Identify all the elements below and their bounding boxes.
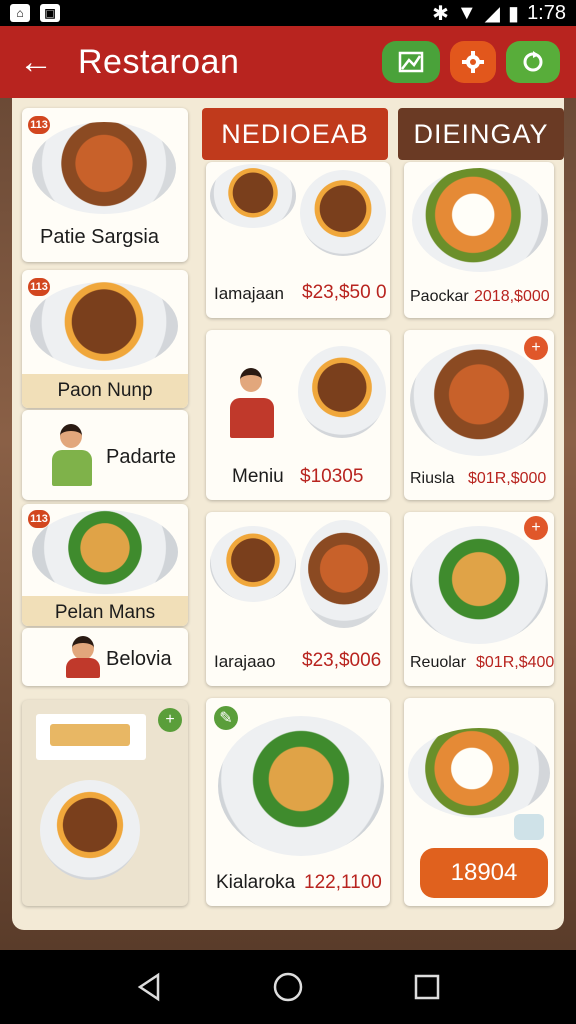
- item-name: Iamajaan: [214, 284, 284, 303]
- add-icon[interactable]: +: [524, 516, 548, 540]
- item-name: Paockar: [410, 288, 469, 305]
- menu-card-padarte[interactable]: Padarte: [22, 410, 188, 500]
- menu-card-pelan-mans[interactable]: 113 Pelan Mans: [22, 504, 188, 626]
- item-label: Patie Sargsia: [40, 226, 159, 248]
- grid-item-riusla[interactable]: + Riusla $01R,$000: [404, 330, 554, 500]
- item-price: $10305: [300, 466, 364, 487]
- menu-card-patie-sargsia[interactable]: 113 Patie Sargsia: [22, 108, 188, 262]
- item-badge: 113: [28, 278, 50, 296]
- food-plate-image: [210, 526, 296, 602]
- app-bar: ← Restaroan: [0, 26, 576, 98]
- refresh-icon: [523, 51, 543, 72]
- order-total-button[interactable]: 18904: [420, 848, 548, 898]
- tab-dieingay[interactable]: DIEINGAY: [398, 108, 564, 160]
- map-button[interactable]: [382, 41, 440, 83]
- circle-home-icon: [273, 972, 303, 1002]
- status-bar: ⌂ ▣ ✱ ▼ ◢ ▮ 1:78: [0, 0, 576, 26]
- square-recents-icon: [414, 974, 439, 1000]
- food-plate-image: [30, 282, 178, 370]
- add-icon[interactable]: +: [524, 336, 548, 360]
- food-plate-image: [298, 346, 386, 438]
- item-price: 2018,$000: [474, 288, 550, 305]
- item-badge: 113: [28, 116, 50, 134]
- item-price: $23,$50 0: [302, 282, 387, 303]
- item-price: 122,1100: [304, 872, 382, 893]
- item-price: $23,$006: [302, 650, 382, 671]
- menu-card-featured[interactable]: +: [22, 700, 188, 906]
- item-label: Pelan Mans: [22, 596, 188, 626]
- tab-nedioeab[interactable]: NEDIOEAB: [202, 108, 388, 160]
- nav-recents-button[interactable]: [407, 967, 447, 1007]
- food-plate-image: [300, 520, 388, 628]
- battery-icon: ▮: [508, 2, 520, 25]
- menu-card-belovia[interactable]: Belovia: [22, 628, 188, 686]
- gear-icon: [462, 51, 484, 73]
- wifi-icon: ▼: [456, 1, 477, 24]
- back-arrow-icon[interactable]: ←: [16, 42, 56, 82]
- food-plate-image: [218, 716, 384, 856]
- item-name: Riusla: [410, 470, 455, 487]
- triangle-back-icon: [138, 972, 160, 1002]
- food-plate-image: [32, 510, 178, 594]
- grid-item-iamajaan[interactable]: Iamajaan $23,$50 0: [206, 162, 390, 318]
- page-title: Restaroan: [78, 42, 240, 81]
- nav-back-button[interactable]: [129, 967, 169, 1007]
- cup-image: [514, 814, 544, 840]
- person-illustration: [42, 420, 102, 490]
- food-plate-image: [32, 122, 176, 214]
- food-plate-image: [410, 344, 548, 456]
- item-label: Belovia: [106, 648, 172, 670]
- signal-icon: ◢: [484, 2, 501, 25]
- person-illustration: [64, 634, 104, 682]
- grid-item-reuolar[interactable]: + Reuolar $01R,$400: [404, 512, 554, 686]
- food-plate-image: [210, 164, 296, 228]
- menu-card-paon-nunp[interactable]: 113 Paon Nunp: [22, 270, 188, 408]
- grid-item-kialaroka[interactable]: ✎ Kialaroka 122,1100: [206, 698, 390, 906]
- item-label: Padarte: [106, 446, 177, 468]
- map-icon: [398, 51, 424, 73]
- item-badge: 113: [28, 510, 50, 528]
- food-bowl-image: [40, 780, 140, 880]
- item-price: $01R,$000: [468, 470, 547, 487]
- app-notification-icon: ▣: [40, 4, 60, 22]
- item-name: Meniu: [232, 466, 284, 487]
- food-plate-image: [412, 168, 548, 272]
- system-nav-bar: [0, 950, 576, 1024]
- item-name: Iarajaao: [214, 652, 276, 671]
- food-plate-image: [410, 526, 548, 644]
- nav-home-button[interactable]: [268, 967, 308, 1007]
- edit-icon[interactable]: ✎: [214, 706, 238, 730]
- food-plate-image: [408, 728, 550, 818]
- grid-item-paockar[interactable]: Paockar 2018,$000: [404, 162, 554, 318]
- settings-button[interactable]: [450, 41, 496, 83]
- grid-item-iarajaao[interactable]: Iarajaao $23,$006: [206, 512, 390, 686]
- lock-notification-icon: ⌂: [10, 4, 30, 22]
- item-name: Reuolar: [410, 654, 467, 671]
- action-group: [382, 41, 560, 83]
- item-name: Kialaroka: [216, 872, 296, 893]
- grid-item-meniu[interactable]: Meniu $10305: [206, 330, 390, 500]
- food-plate-image: [300, 170, 386, 256]
- clock: 1:78: [527, 1, 566, 24]
- bluetooth-icon: ✱: [432, 2, 449, 25]
- refresh-button[interactable]: [506, 41, 560, 83]
- person-illustration: [216, 364, 286, 444]
- add-icon[interactable]: +: [158, 708, 182, 732]
- item-label: Paon Nunp: [22, 374, 188, 408]
- item-price: $01R,$400: [476, 654, 554, 671]
- tray-image: [36, 714, 146, 760]
